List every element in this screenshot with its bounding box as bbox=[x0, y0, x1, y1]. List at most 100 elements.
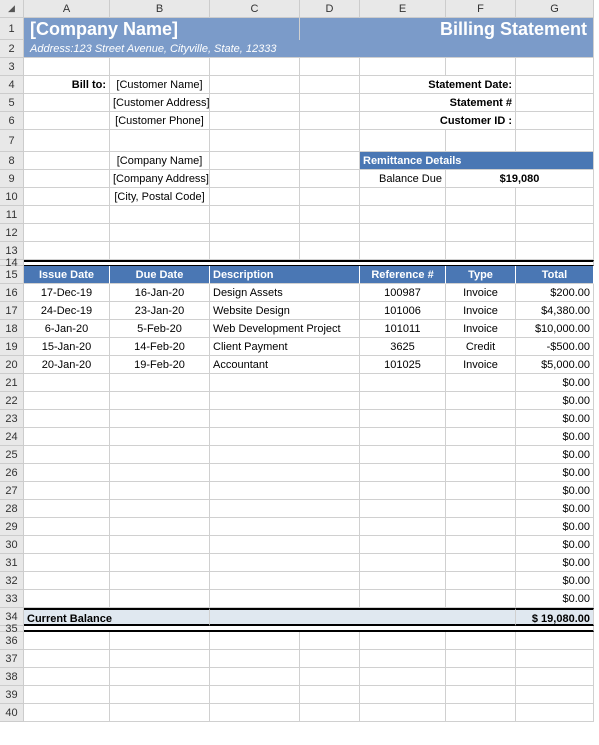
table-row[interactable] bbox=[446, 464, 516, 482]
cell[interactable] bbox=[516, 632, 594, 650]
table-row[interactable] bbox=[210, 464, 360, 482]
cell[interactable] bbox=[446, 704, 516, 722]
col-type[interactable]: Type bbox=[446, 266, 516, 284]
table-row[interactable] bbox=[110, 446, 210, 464]
table-row[interactable] bbox=[360, 536, 446, 554]
cell[interactable] bbox=[360, 704, 446, 722]
table-row[interactable]: $200.00 bbox=[516, 284, 594, 302]
row-header-33[interactable]: 33 bbox=[0, 590, 24, 608]
row-header-27[interactable]: 27 bbox=[0, 482, 24, 500]
table-row[interactable]: 5-Feb-20 bbox=[110, 320, 210, 338]
cell[interactable] bbox=[360, 130, 446, 152]
table-row[interactable]: Invoice bbox=[446, 356, 516, 374]
cell[interactable] bbox=[210, 76, 300, 94]
table-row[interactable]: $0.00 bbox=[516, 590, 594, 608]
cell[interactable] bbox=[360, 650, 446, 668]
table-row[interactable] bbox=[360, 518, 446, 536]
balance-due-label[interactable]: Balance Due bbox=[360, 170, 446, 188]
table-row[interactable]: 100987 bbox=[360, 284, 446, 302]
table-row[interactable] bbox=[446, 446, 516, 464]
cell[interactable] bbox=[300, 58, 360, 76]
row-header-16[interactable]: 16 bbox=[0, 284, 24, 302]
cell[interactable] bbox=[24, 58, 110, 76]
table-row[interactable] bbox=[360, 446, 446, 464]
cell[interactable] bbox=[210, 224, 300, 242]
customer-id-value[interactable] bbox=[516, 112, 594, 130]
table-row[interactable] bbox=[210, 554, 360, 572]
col-header-E[interactable]: E bbox=[360, 0, 446, 18]
table-row[interactable] bbox=[446, 410, 516, 428]
table-row[interactable]: $0.00 bbox=[516, 500, 594, 518]
cell[interactable] bbox=[110, 632, 210, 650]
table-row[interactable] bbox=[24, 590, 110, 608]
table-row[interactable]: 101025 bbox=[360, 356, 446, 374]
row-header-23[interactable]: 23 bbox=[0, 410, 24, 428]
table-row[interactable]: $0.00 bbox=[516, 410, 594, 428]
cell[interactable] bbox=[24, 188, 110, 206]
row-header-19[interactable]: 19 bbox=[0, 338, 24, 356]
row-header-1[interactable]: 1 bbox=[0, 18, 24, 40]
row-header-2[interactable]: 2 bbox=[0, 40, 24, 58]
row-header-40[interactable]: 40 bbox=[0, 704, 24, 722]
cell[interactable] bbox=[110, 650, 210, 668]
row-header-38[interactable]: 38 bbox=[0, 668, 24, 686]
table-row[interactable]: Web Development Project bbox=[210, 320, 360, 338]
table-row[interactable] bbox=[24, 428, 110, 446]
customer-phone[interactable]: [Customer Phone] bbox=[110, 112, 210, 130]
table-row[interactable] bbox=[360, 482, 446, 500]
table-row[interactable] bbox=[24, 536, 110, 554]
row-header-26[interactable]: 26 bbox=[0, 464, 24, 482]
col-reference[interactable]: Reference # bbox=[360, 266, 446, 284]
table-row[interactable] bbox=[24, 446, 110, 464]
table-row[interactable] bbox=[360, 500, 446, 518]
table-row[interactable]: $0.00 bbox=[516, 446, 594, 464]
doc-title[interactable]: Billing Statement bbox=[300, 18, 594, 40]
cell[interactable] bbox=[516, 242, 594, 260]
cell[interactable] bbox=[110, 668, 210, 686]
table-row[interactable]: $5,000.00 bbox=[516, 356, 594, 374]
cell[interactable] bbox=[300, 130, 360, 152]
row-header-10[interactable]: 10 bbox=[0, 188, 24, 206]
row-header-25[interactable]: 25 bbox=[0, 446, 24, 464]
cell[interactable] bbox=[516, 686, 594, 704]
cell[interactable] bbox=[24, 668, 110, 686]
statement-num-value[interactable] bbox=[516, 94, 594, 112]
cell[interactable] bbox=[210, 668, 300, 686]
statement-num-label[interactable]: Statement # bbox=[360, 94, 516, 112]
table-row[interactable] bbox=[110, 428, 210, 446]
table-row[interactable] bbox=[110, 590, 210, 608]
row-header-15[interactable]: 15 bbox=[0, 266, 24, 284]
table-row[interactable] bbox=[360, 428, 446, 446]
table-row[interactable] bbox=[446, 500, 516, 518]
table-row[interactable] bbox=[210, 536, 360, 554]
cell[interactable] bbox=[210, 94, 300, 112]
cell[interactable] bbox=[300, 650, 360, 668]
cell[interactable] bbox=[300, 94, 360, 112]
table-row[interactable]: 101006 bbox=[360, 302, 446, 320]
cell[interactable] bbox=[446, 58, 516, 76]
cell[interactable] bbox=[300, 686, 360, 704]
statement-date-label[interactable]: Statement Date: bbox=[360, 76, 516, 94]
cell[interactable] bbox=[24, 242, 110, 260]
table-row[interactable]: Invoice bbox=[446, 284, 516, 302]
cell[interactable] bbox=[446, 686, 516, 704]
cell[interactable] bbox=[446, 130, 516, 152]
statement-date-value[interactable] bbox=[516, 76, 594, 94]
table-row[interactable] bbox=[24, 554, 110, 572]
col-due-date[interactable]: Due Date bbox=[110, 266, 210, 284]
bill-to-label[interactable]: Bill to: bbox=[24, 76, 110, 94]
cell[interactable] bbox=[210, 152, 300, 170]
table-row[interactable]: $4,380.00 bbox=[516, 302, 594, 320]
table-row[interactable]: 3625 bbox=[360, 338, 446, 356]
cell[interactable] bbox=[210, 170, 300, 188]
table-row[interactable] bbox=[110, 392, 210, 410]
cell[interactable] bbox=[300, 668, 360, 686]
row-header-37[interactable]: 37 bbox=[0, 650, 24, 668]
cell[interactable] bbox=[360, 188, 446, 206]
col-description[interactable]: Description bbox=[210, 266, 360, 284]
table-row[interactable] bbox=[24, 392, 110, 410]
table-row[interactable] bbox=[210, 500, 360, 518]
cell[interactable] bbox=[300, 224, 360, 242]
cell[interactable] bbox=[210, 206, 300, 224]
table-row[interactable] bbox=[110, 518, 210, 536]
